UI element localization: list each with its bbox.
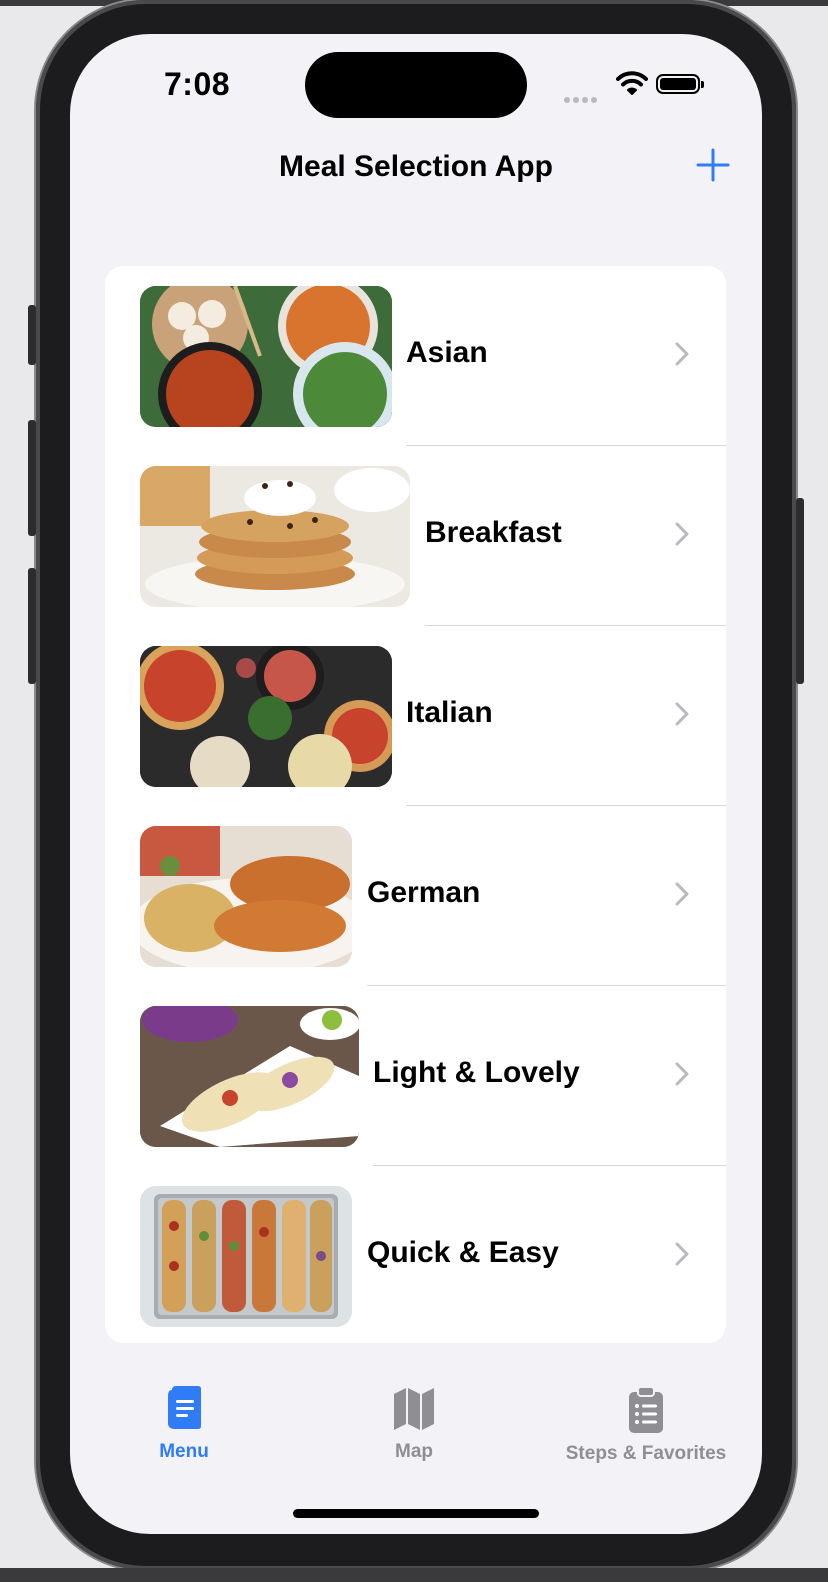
category-label: Italian — [406, 696, 493, 729]
category-row-breakfast[interactable]: Breakfast — [105, 446, 726, 626]
asian-food-image — [140, 286, 392, 427]
category-label: Quick & Easy — [367, 1236, 559, 1269]
category-label: Asian — [406, 336, 488, 369]
wifi-icon — [616, 71, 648, 95]
category-row-light-lovely[interactable]: Light & Lovely — [105, 986, 726, 1166]
app-screen: 7:08 Meal Selection App Asian Breakfast … — [70, 34, 762, 1534]
light-lovely-food-image — [140, 1006, 359, 1147]
tab-map[interactable]: Map — [324, 1386, 504, 1463]
chevron-right-icon — [675, 882, 689, 906]
tab-bar: Menu Map Steps & Favorites — [70, 1386, 762, 1496]
chevron-right-icon — [675, 342, 689, 366]
clipboard-icon — [629, 1386, 663, 1433]
breakfast-food-image — [140, 466, 410, 607]
chevron-right-icon — [675, 522, 689, 546]
status-icons — [564, 70, 714, 103]
tab-label: Menu — [159, 1441, 209, 1462]
home-indicator[interactable] — [293, 1509, 539, 1518]
italian-food-image — [140, 646, 392, 787]
dynamic-island — [305, 52, 527, 118]
tab-label: Map — [395, 1441, 433, 1462]
chevron-right-icon — [675, 702, 689, 726]
chevron-right-icon — [675, 1062, 689, 1086]
tab-label: Steps & Favorites — [565, 1443, 727, 1464]
power-button — [796, 498, 804, 684]
add-button[interactable] — [696, 148, 730, 182]
nav-title: Meal Selection App — [279, 150, 553, 183]
category-row-asian[interactable]: Asian — [105, 266, 726, 446]
map-icon — [394, 1388, 434, 1430]
quick-easy-food-image — [140, 1186, 352, 1327]
chevron-right-icon — [675, 1242, 689, 1266]
volume-up-button — [28, 420, 36, 536]
category-row-italian[interactable]: Italian — [105, 626, 726, 806]
menu-book-icon — [168, 1386, 201, 1429]
tab-steps-favorites[interactable]: Steps & Favorites — [556, 1386, 736, 1465]
german-food-image — [140, 826, 352, 967]
category-label: German — [367, 876, 481, 909]
tab-menu[interactable]: Menu — [94, 1386, 274, 1463]
category-label: Light & Lovely — [373, 1056, 580, 1089]
mute-switch — [28, 305, 36, 365]
cellular-signal-icon — [564, 90, 600, 108]
category-list: Asian Breakfast Italian German Light & L… — [105, 266, 726, 1343]
category-row-quick-easy[interactable]: Quick & Easy — [105, 1166, 726, 1343]
category-label: Breakfast — [425, 516, 562, 549]
volume-down-button — [28, 568, 36, 684]
battery-icon — [656, 74, 704, 94]
status-time: 7:08 — [164, 66, 231, 102]
category-row-german[interactable]: German — [105, 806, 726, 986]
window-bottom-edge — [0, 1568, 828, 1582]
